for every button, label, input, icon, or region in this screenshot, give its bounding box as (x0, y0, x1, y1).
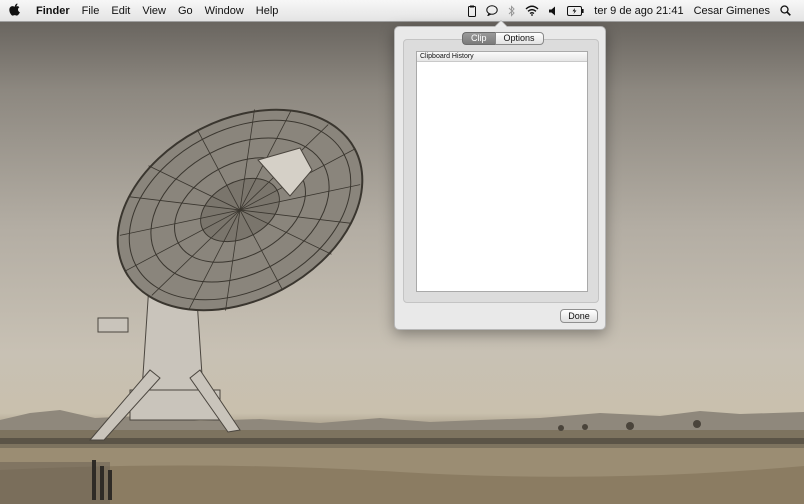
menu-file[interactable]: File (76, 0, 106, 22)
menu-edit[interactable]: Edit (105, 0, 136, 22)
battery-icon[interactable] (562, 0, 589, 22)
menu-view[interactable]: View (136, 0, 172, 22)
wifi-icon[interactable] (520, 0, 544, 22)
menubar-user[interactable]: Cesar Gimenes (689, 0, 775, 22)
chat-bubble-icon[interactable] (481, 0, 503, 22)
tab-bar: Clip Options (462, 32, 544, 45)
done-button[interactable]: Done (560, 309, 598, 323)
tab-clip[interactable]: Clip (462, 32, 495, 45)
menu-go[interactable]: Go (172, 0, 199, 22)
menu-bar: Finder File Edit View Go Window Help ter… (0, 0, 804, 22)
clipboard-popover: Clipboard History Clip Options Done (394, 20, 606, 330)
clipboard-icon[interactable] (463, 0, 481, 22)
volume-icon[interactable] (544, 0, 562, 22)
menu-window[interactable]: Window (199, 0, 250, 22)
spotlight-search-icon[interactable] (775, 0, 796, 22)
clipboard-history-header: Clipboard History (417, 52, 587, 62)
menubar-datetime[interactable]: ter 9 de ago 21:41 (589, 0, 688, 22)
menu-help[interactable]: Help (250, 0, 285, 22)
clipboard-history-list[interactable]: Clipboard History (416, 51, 588, 292)
bluetooth-icon[interactable] (503, 0, 520, 22)
apple-logo-icon[interactable] (0, 3, 30, 19)
tab-content-box: Clipboard History (403, 39, 599, 303)
menu-app-name[interactable]: Finder (30, 0, 76, 22)
tab-options[interactable]: Options (494, 32, 544, 45)
